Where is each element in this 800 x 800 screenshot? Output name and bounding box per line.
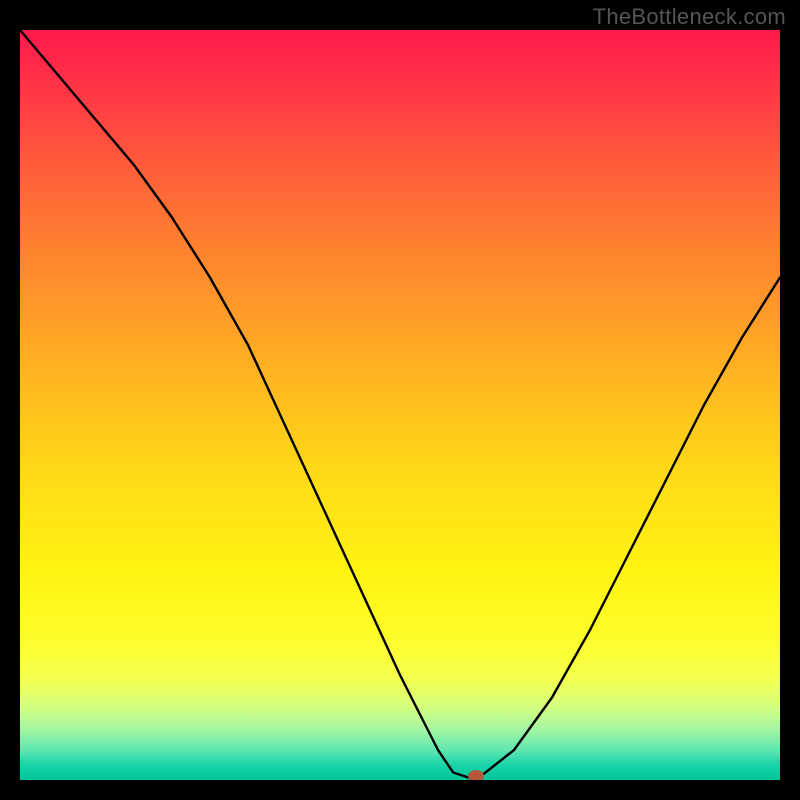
watermark-text: TheBottleneck.com <box>593 4 786 30</box>
curve-layer <box>20 30 780 780</box>
plot-area <box>20 30 780 780</box>
plot-border <box>18 28 782 782</box>
optimal-point-marker <box>468 770 484 780</box>
bottleneck-curve <box>20 30 780 780</box>
chart-frame: TheBottleneck.com <box>0 0 800 800</box>
